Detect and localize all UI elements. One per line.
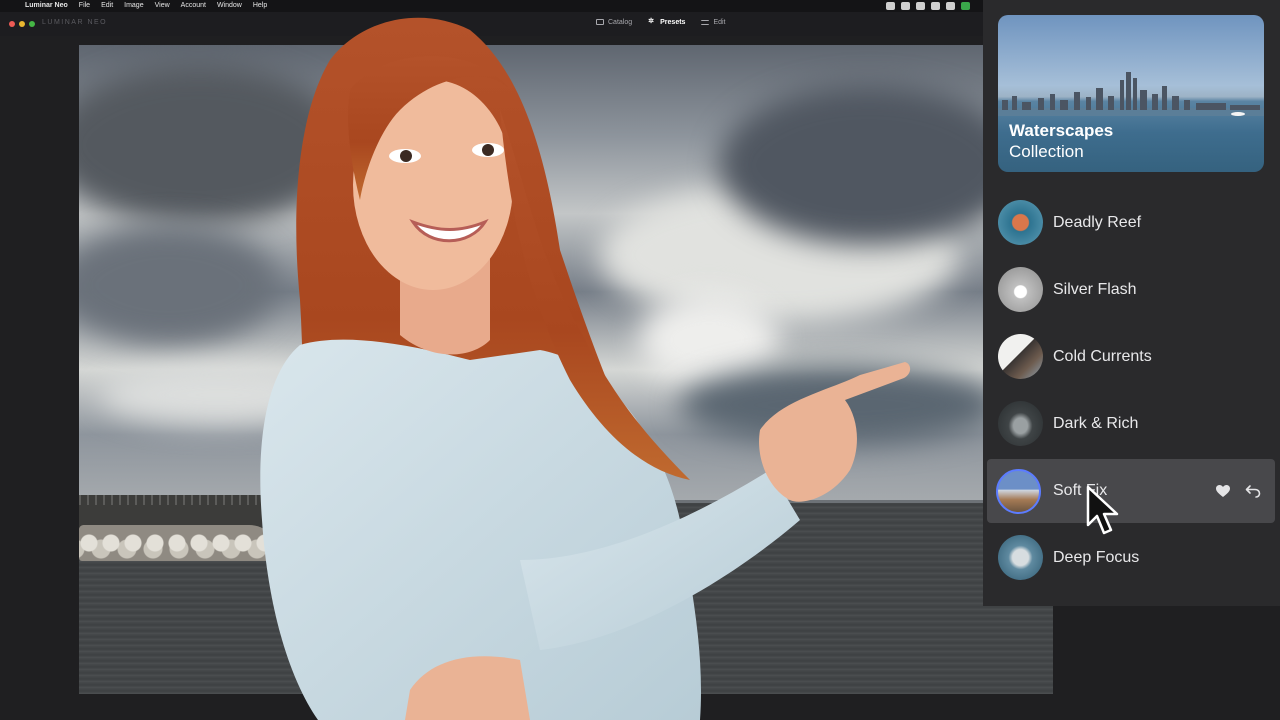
tray-icon[interactable]: [916, 2, 925, 10]
photo-canvas[interactable]: [79, 45, 1053, 694]
preset-label: Cold Currents: [1053, 347, 1152, 365]
collection-subtitle: Collection: [1009, 142, 1084, 161]
app-logo: LUMINAR NEO: [42, 19, 108, 26]
preset-actions: [1215, 484, 1261, 498]
preset-item-deadly-reef[interactable]: Deadly Reef: [987, 189, 1275, 256]
preset-thumbnail: [998, 267, 1043, 312]
presets-icon: ✲: [648, 18, 655, 25]
nav-presets-label: Presets: [660, 18, 686, 26]
menu-file[interactable]: File: [79, 0, 90, 12]
menu-view[interactable]: View: [155, 0, 170, 12]
nav-catalog-label: Catalog: [608, 18, 633, 26]
tray-icon[interactable]: [946, 2, 955, 10]
cloud: [79, 65, 349, 225]
menu-app-name[interactable]: Luminar Neo: [25, 0, 68, 12]
preset-thumbnail: [998, 401, 1043, 446]
preset-label: Dark & Rich: [1053, 414, 1139, 432]
cloud: [79, 225, 279, 345]
collection-card[interactable]: Waterscapes Collection: [998, 15, 1264, 172]
menu-help[interactable]: Help: [253, 0, 267, 12]
preset-thumbnail: [998, 334, 1043, 379]
mouse-pointer-icon: [1086, 485, 1119, 535]
tray-icon[interactable]: [901, 2, 910, 10]
preset-label: Deadly Reef: [1053, 213, 1142, 231]
menu-edit[interactable]: Edit: [101, 0, 113, 12]
skyline-image: [998, 72, 1264, 116]
minimize-window-button[interactable]: [19, 21, 25, 27]
preset-item-cold-currents[interactable]: Cold Currents: [987, 323, 1275, 390]
catalog-icon: [596, 19, 604, 25]
favorite-heart-icon[interactable]: [1215, 484, 1231, 498]
preset-item-soft-fix[interactable]: Soft Fix: [987, 459, 1275, 523]
menu-window[interactable]: Window: [217, 0, 242, 12]
cloud: [679, 365, 999, 445]
preset-label: Silver Flash: [1053, 280, 1137, 298]
nav-edit[interactable]: Edit: [701, 18, 726, 26]
preset-thumbnail: [998, 535, 1043, 580]
collection-title: Waterscapes: [1009, 121, 1114, 140]
window-controls: [9, 21, 35, 27]
preset-item-deep-focus[interactable]: Deep Focus: [987, 524, 1275, 591]
preset-item-dark-rich[interactable]: Dark & Rich: [987, 390, 1275, 457]
cloud: [719, 85, 1019, 245]
main-nav: Catalog ✲ Presets Edit: [596, 18, 726, 26]
cloud: [99, 365, 339, 425]
edit-icon: [701, 19, 710, 25]
menu-image[interactable]: Image: [124, 0, 143, 12]
zoom-window-button[interactable]: [29, 21, 35, 27]
preset-thumbnail: [998, 200, 1043, 245]
breakwater-rocks: [79, 525, 279, 561]
tray-icon[interactable]: [931, 2, 940, 10]
tray-app-icon[interactable]: [961, 2, 970, 10]
status-tray: [886, 2, 970, 10]
menu-account[interactable]: Account: [181, 0, 206, 12]
revert-icon[interactable]: [1245, 484, 1261, 498]
tray-icon[interactable]: [886, 2, 895, 10]
nav-catalog[interactable]: Catalog: [596, 18, 632, 26]
preset-list: Deadly Reef Silver Flash Cold Currents D…: [987, 189, 1275, 591]
close-window-button[interactable]: [9, 21, 15, 27]
preset-item-silver-flash[interactable]: Silver Flash: [987, 256, 1275, 323]
nav-presets[interactable]: ✲ Presets: [648, 18, 685, 26]
preset-label: Deep Focus: [1053, 548, 1140, 566]
nav-edit-label: Edit: [713, 18, 726, 26]
preset-thumbnail: [996, 468, 1041, 514]
